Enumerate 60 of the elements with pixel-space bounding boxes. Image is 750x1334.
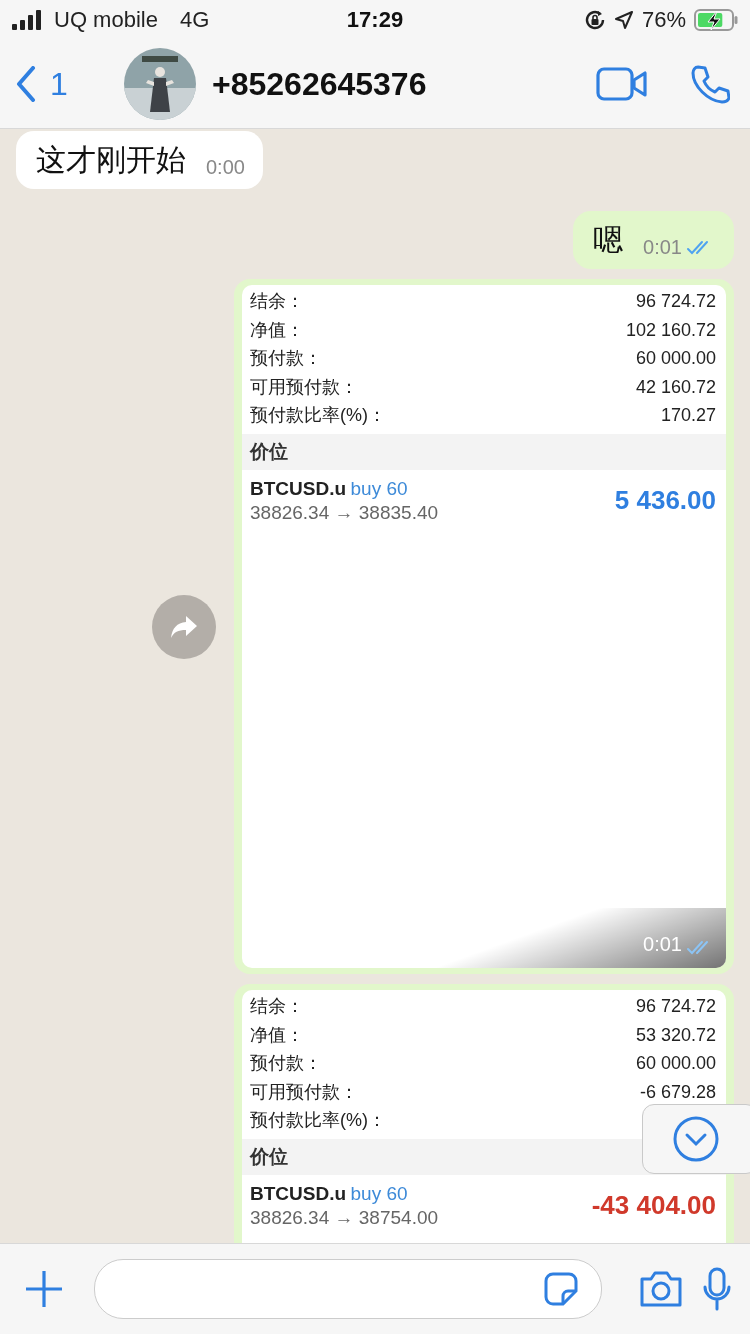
symbol-name: BTCUSD.u — [250, 1182, 347, 1204]
profit-value: -43 404.00 — [591, 1190, 716, 1221]
battery-percentage: 76% — [641, 7, 686, 33]
field-value: 96 724.72 — [635, 290, 716, 313]
video-call-button[interactable] — [596, 67, 648, 101]
microphone-button[interactable] — [702, 1267, 732, 1311]
sticker-icon[interactable] — [543, 1271, 579, 1307]
message-text: 嗯 — [593, 222, 624, 258]
network-type: 4G — [179, 7, 210, 33]
symbol-name: BTCUSD.u — [250, 477, 347, 499]
field-value: 102 160.72 — [625, 318, 716, 342]
price-change: 38826.34 → 38754.00 — [250, 1206, 439, 1229]
field-value: 53 320.72 — [635, 1023, 716, 1047]
chevron-down-icon — [672, 1115, 720, 1163]
message-time: 0:01 — [643, 933, 682, 956]
field-value: 60 000.00 — [635, 1052, 716, 1075]
order-info: buy 60 — [350, 1182, 408, 1204]
field-label: 预付款比率(%)： — [250, 1109, 386, 1132]
add-button[interactable] — [24, 1269, 64, 1309]
camera-icon — [638, 1270, 684, 1308]
order-info: buy 60 — [350, 477, 408, 499]
phone-icon — [690, 64, 730, 104]
price-change: 38826.34 → 38835.40 — [250, 501, 439, 524]
field-value: 170.27 — [660, 404, 716, 427]
scroll-down-button[interactable] — [642, 1104, 750, 1174]
field-label: 净值： — [250, 318, 304, 342]
clock: 17:29 — [346, 7, 404, 33]
back-button[interactable]: 1 — [16, 65, 124, 103]
image-message[interactable]: 结余： 96 724.72 净值： 53 320.72 预付款： 60 000.00 可用预付款： -6 679.28 预付款比率(%)： 价位 BTCUSD.u buy 60 38826.34 → 38754.00 -43 404.00 — [234, 984, 734, 1243]
image-message[interactable]: 结余： 96 724.72 净值： 102 160.72 预付款： 60 000.00 可用预付款： 42 160.72 预付款比率(%)： 170.27 价位 BTCUSD.u buy 60 38826.34 → 38835.40 5 436.00 0:01 — [234, 279, 734, 974]
field-label: 预付款： — [250, 347, 322, 370]
field-label: 净值： — [250, 1023, 304, 1047]
microphone-icon — [702, 1267, 732, 1311]
plus-icon — [24, 1269, 64, 1309]
message-bubble[interactable]: 这才刚开始 0:00 — [16, 131, 263, 189]
section-header: 价位 — [242, 433, 726, 470]
field-label: 可用预付款： — [250, 1080, 358, 1104]
message-text: 这才刚开始 — [36, 142, 186, 178]
field-label: 可用预付款： — [250, 375, 358, 399]
field-value: 96 724.72 — [635, 995, 716, 1018]
message-time: 0:01 — [643, 236, 682, 259]
rotation-lock-icon — [583, 9, 606, 31]
field-label: 结余： — [250, 995, 304, 1018]
field-value: -6 679.28 — [639, 1080, 716, 1104]
field-value: 42 160.72 — [635, 375, 716, 399]
field-label: 结余： — [250, 290, 304, 313]
message-bubble[interactable]: 嗯 0:01 — [573, 211, 734, 269]
share-arrow-icon — [169, 613, 199, 640]
carrier-name: UQ mobile — [54, 7, 158, 33]
contact-name[interactable]: +85262645376 — [212, 65, 554, 103]
video-camera-icon — [596, 67, 648, 101]
message-time: 0:00 — [206, 156, 245, 179]
camera-button[interactable] — [638, 1270, 684, 1308]
phone-call-button[interactable] — [690, 64, 730, 104]
field-label: 预付款比率(%)： — [250, 404, 386, 427]
message-input-field[interactable] — [94, 1259, 602, 1319]
field-label: 预付款： — [250, 1052, 322, 1075]
field-value: 60 000.00 — [635, 347, 716, 370]
profit-value: 5 436.00 — [614, 485, 716, 516]
location-arrow-icon — [613, 10, 634, 30]
